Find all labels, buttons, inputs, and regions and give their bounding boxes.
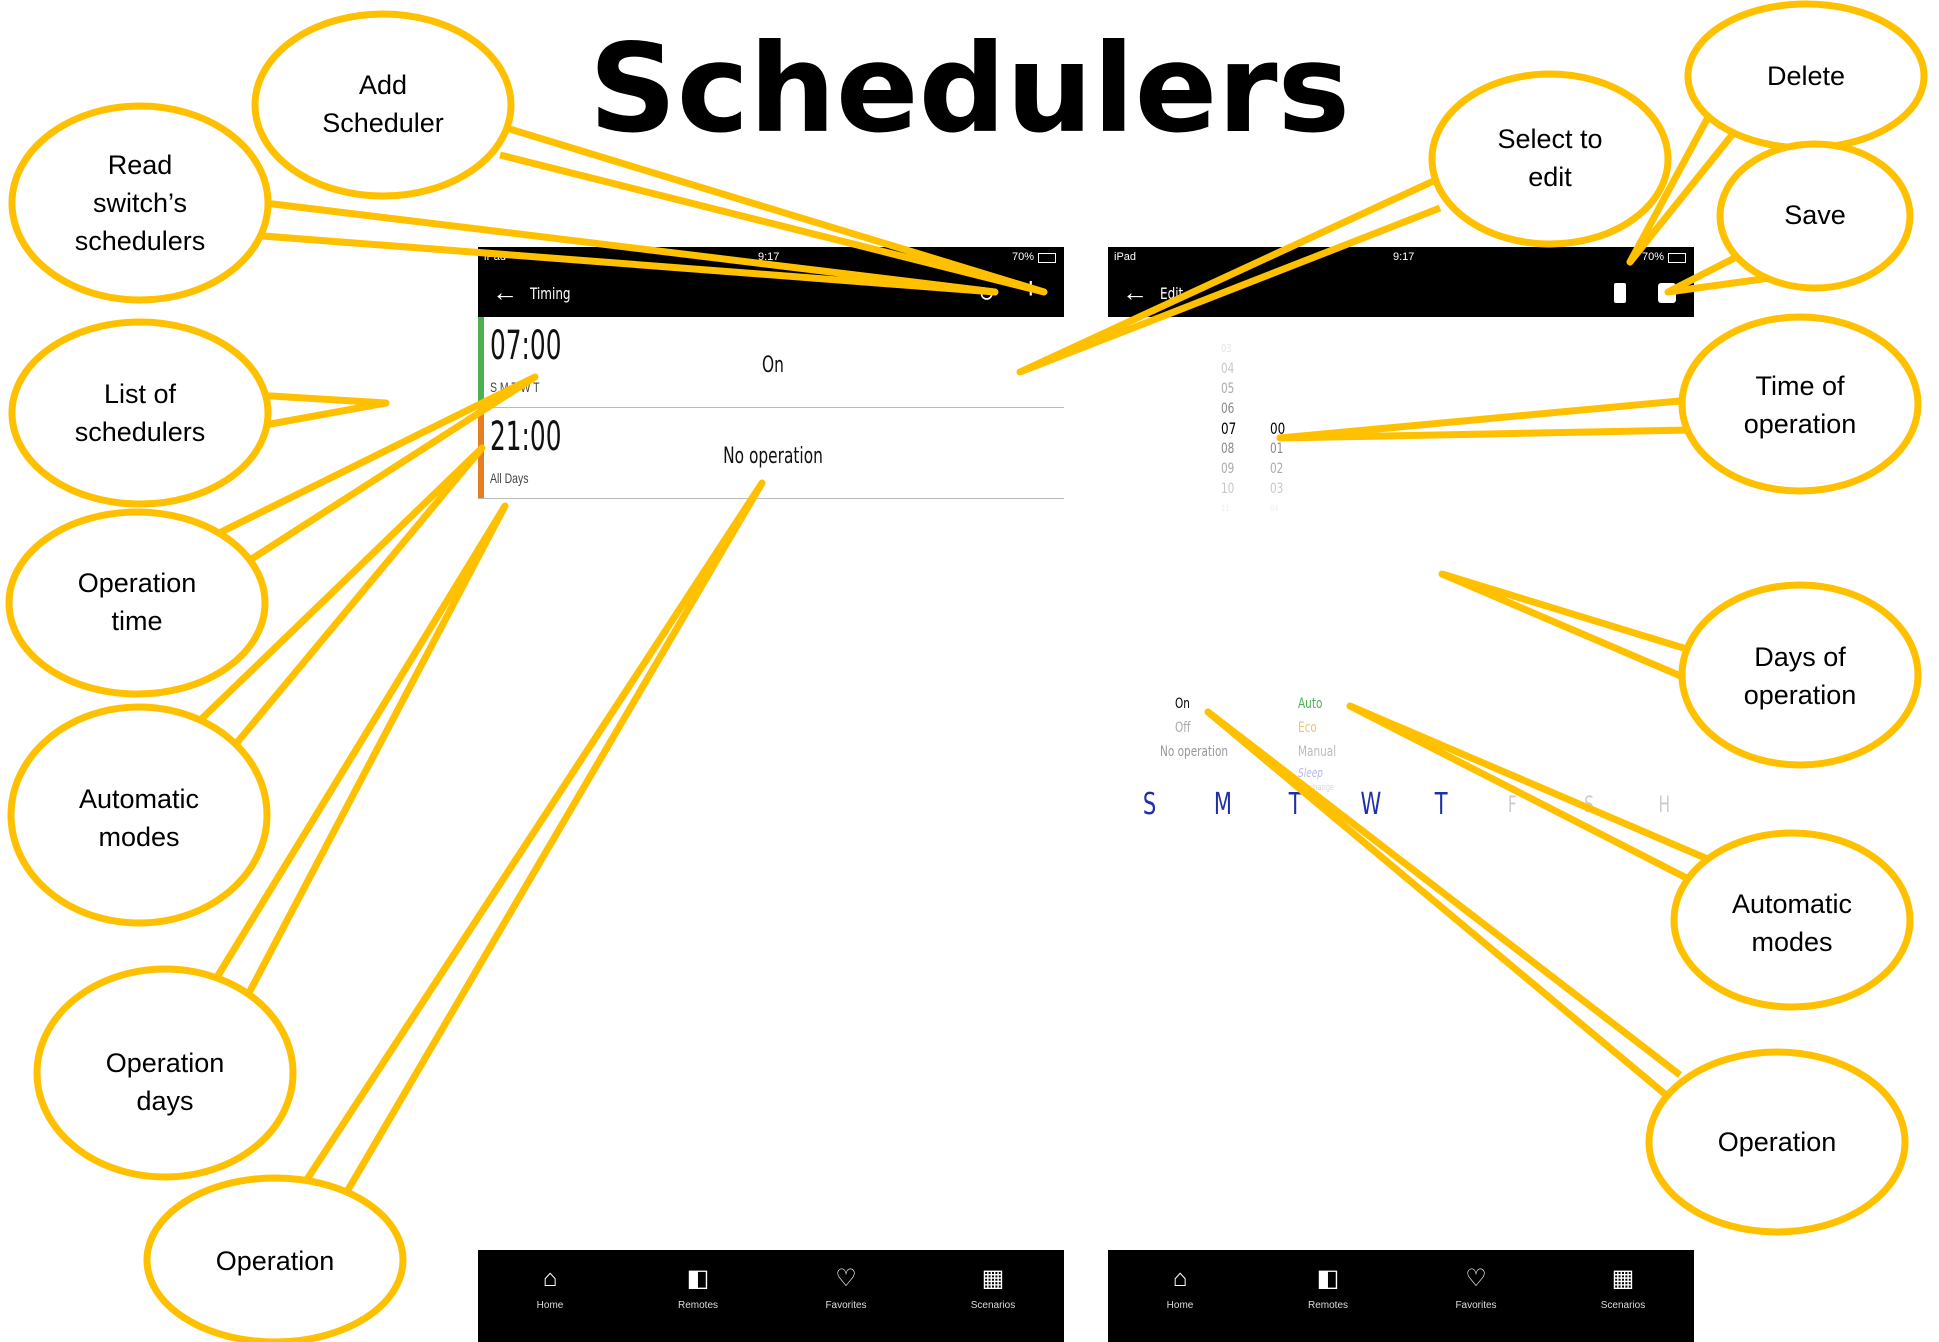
- callout-save: Save: [1784, 200, 1846, 230]
- callout-overlay: [5, 0, 1928, 1342]
- callout-list-of-schedulers: List of schedulers: [74, 379, 206, 447]
- callout-select-to-edit: Select to edit: [1497, 124, 1603, 192]
- callout-read-schedulers: Read switch’s schedulers: [74, 150, 206, 256]
- callout-add-scheduler: Add Scheduler: [322, 70, 444, 138]
- callout-automatic-modes-right: Automatic modes: [1731, 889, 1853, 957]
- callout-automatic-modes: Automatic modes: [78, 784, 200, 852]
- callout-pointer: [1276, 396, 1691, 442]
- callout-pointer: [1438, 570, 1692, 684]
- callout-operation: Operation: [215, 1246, 335, 1276]
- callout-pointer: [297, 479, 766, 1197]
- callout-operation-time: Operation time: [77, 568, 197, 636]
- callout-days-of-operation: Days of operation: [1743, 642, 1857, 710]
- callout-time-of-operation: Time of operation: [1743, 371, 1857, 439]
- callout-operation-days: Operation days: [105, 1048, 225, 1116]
- callout-pointer: [254, 391, 390, 429]
- callout-pointer: [1204, 708, 1693, 1118]
- callout-operation-right: Operation: [1717, 1127, 1837, 1157]
- callout-pointer: [1016, 174, 1442, 376]
- callout-delete: Delete: [1766, 61, 1846, 91]
